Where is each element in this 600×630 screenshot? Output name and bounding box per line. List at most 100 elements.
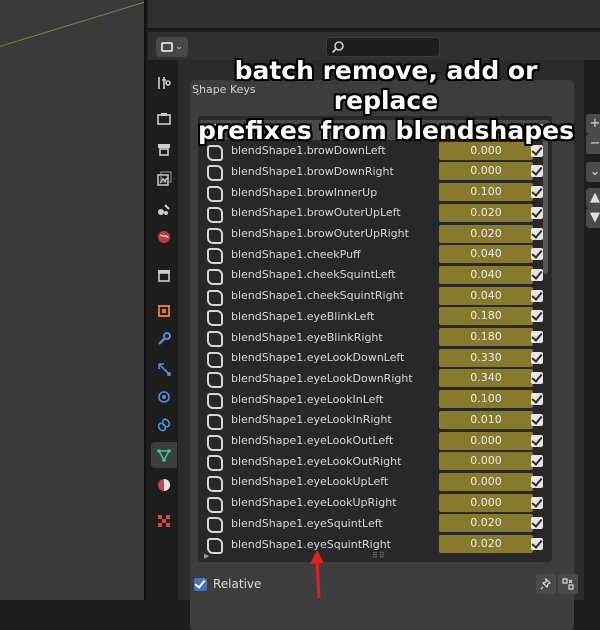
shape-key-name[interactable]: blendShape1.browOuterUpRight — [231, 227, 439, 240]
shape-key-row[interactable]: blendShape1.cheekPuff 0.040 — [200, 244, 550, 265]
area-separator[interactable] — [144, 0, 146, 600]
material-icon[interactable] — [151, 472, 177, 498]
shape-key-enable-checkbox[interactable] — [531, 434, 543, 447]
shape-key-value-field[interactable]: 0.020 — [439, 514, 533, 533]
shape-key-enable-checkbox[interactable] — [531, 413, 543, 426]
shape-key-name[interactable]: blendShape1.browDownRight — [231, 165, 439, 178]
shape-key-row[interactable]: blendShape1.eyeSquintLeft 0.020 — [200, 513, 550, 534]
shape-key-name[interactable]: blendShape1.eyeLookDownLeft — [231, 351, 439, 364]
shape-key-enable-checkbox[interactable] — [531, 206, 543, 219]
shape-key-enable-checkbox[interactable] — [531, 351, 543, 364]
shape-key-name[interactable]: blendShape1.eyeLookOutRight — [231, 455, 439, 468]
relative-checkbox[interactable] — [194, 577, 207, 591]
shape-key-enable-checkbox[interactable] — [531, 310, 543, 323]
world-icon[interactable] — [151, 224, 177, 250]
shape-key-value-field[interactable]: 0.180 — [439, 328, 533, 346]
shape-key-row[interactable]: blendShape1.eyeLookDownLeft 0.330 — [200, 348, 550, 368]
list-options-toggle-icon[interactable]: ▶ — [204, 552, 209, 560]
shape-key-value-field[interactable]: 0.000 — [439, 162, 533, 181]
shape-key-name[interactable]: blendShape1.cheekSquintLeft — [231, 268, 439, 281]
shape-key-value-field[interactable]: 0.180 — [439, 307, 533, 326]
output-icon[interactable] — [151, 136, 177, 162]
shape-key-value-field[interactable]: 0.020 — [439, 203, 533, 222]
shape-key-value-field[interactable]: 0.000 — [439, 431, 533, 450]
shape-key-value-field[interactable]: 0.020 — [439, 535, 533, 553]
physics-icon[interactable] — [151, 384, 177, 410]
3d-viewport[interactable] — [0, 0, 146, 600]
shape-key-name[interactable]: blendShape1.cheekSquintRight — [231, 289, 439, 302]
shape-key-row[interactable]: blendShape1.eyeBlinkRight 0.180 — [200, 327, 550, 347]
shape-key-row[interactable]: blendShape1.browInnerUp 0.100 — [200, 182, 550, 203]
particles-icon[interactable] — [151, 356, 177, 382]
modifier-icon[interactable] — [151, 326, 177, 352]
shape-key-name[interactable]: blendShape1.eyeSquintLeft — [231, 517, 439, 530]
shape-key-name[interactable]: blendShape1.browDownLeft — [231, 144, 439, 157]
editor-type-dropdown[interactable]: ⌄ — [156, 37, 188, 57]
shape-key-name[interactable]: blendShape1.eyeLookUpRight — [231, 496, 439, 509]
shape-key-value-field[interactable]: 0.040 — [439, 265, 533, 284]
shape-key-enable-checkbox[interactable] — [531, 517, 543, 530]
shape-key-row[interactable]: blendShape1.eyeLookOutRight 0.000 — [200, 451, 550, 472]
shape-key-value-field[interactable]: 0.330 — [439, 348, 533, 367]
shape-key-row[interactable]: blendShape1.eyeLookDownRight 0.340 — [200, 368, 550, 389]
move-up-button[interactable]: ▲ — [586, 188, 600, 208]
shape-key-name[interactable]: blendShape1.eyeLookDownRight — [231, 372, 439, 385]
shape-key-row[interactable]: blendShape1.cheekSquintRight 0.040 — [200, 286, 550, 306]
shape-key-value-field[interactable]: 0.020 — [439, 224, 533, 243]
object-data-icon[interactable] — [151, 442, 177, 468]
shape-key-value-field[interactable]: 0.000 — [439, 452, 533, 471]
shape-key-enable-checkbox[interactable] — [531, 186, 543, 199]
shape-key-list[interactable]: Basis blendShape1.browDownLeft 0.000 blendS… — [198, 116, 552, 562]
shape-key-enable-checkbox[interactable] — [531, 227, 543, 240]
shape-key-row[interactable]: blendShape1.eyeBlinkLeft 0.180 — [200, 306, 550, 327]
pin-button[interactable] — [536, 574, 556, 594]
shape-key-specials-button[interactable]: ⌄ — [586, 162, 600, 182]
view-layer-icon[interactable] — [151, 166, 177, 192]
shape-key-enable-checkbox[interactable] — [531, 372, 543, 385]
list-resize-grip[interactable]: ⠿⠿ — [372, 551, 386, 560]
tool-icon[interactable] — [151, 70, 177, 96]
collection-icon[interactable] — [151, 262, 177, 288]
scene-icon[interactable] — [151, 196, 177, 222]
shape-key-value-field[interactable]: 0.000 — [439, 493, 533, 512]
shape-key-value-field[interactable]: 0.100 — [439, 183, 533, 202]
shape-key-row[interactable]: blendShape1.eyeLookUpLeft 0.000 — [200, 472, 550, 492]
shape-key-enable-checkbox[interactable] — [531, 248, 543, 261]
shape-key-name[interactable]: blendShape1.eyeLookOutLeft — [231, 434, 439, 447]
shape-key-enable-checkbox[interactable] — [531, 496, 543, 509]
shape-key-name[interactable]: blendShape1.eyeLookUpLeft — [231, 475, 439, 488]
shape-key-name[interactable]: blendShape1.eyeBlinkRight — [231, 331, 439, 344]
shape-key-enable-checkbox[interactable] — [531, 165, 543, 178]
shape-key-row[interactable]: blendShape1.browOuterUpLeft 0.020 — [200, 203, 550, 223]
shape-key-enable-checkbox[interactable] — [531, 455, 543, 468]
shape-key-row[interactable]: blendShape1.eyeLookUpRight 0.000 — [200, 493, 550, 513]
clear-shape-button[interactable] — [558, 574, 578, 594]
shape-key-enable-checkbox[interactable] — [531, 268, 543, 281]
shape-key-value-field[interactable]: 0.040 — [439, 286, 533, 305]
shape-key-name[interactable]: blendShape1.browInnerUp — [231, 186, 439, 199]
shape-key-enable-checkbox[interactable] — [531, 393, 543, 406]
shape-key-name[interactable]: blendShape1.eyeLookInLeft — [231, 393, 439, 406]
shape-key-name[interactable]: blendShape1.browOuterUpLeft — [231, 206, 439, 219]
shape-key-name[interactable]: blendShape1.eyeBlinkLeft — [231, 310, 439, 323]
shape-key-row[interactable]: blendShape1.browOuterUpRight 0.020 — [200, 224, 550, 244]
shape-key-row[interactable]: blendShape1.eyeLookInRight 0.010 — [200, 410, 550, 430]
shape-key-value-field[interactable]: 0.340 — [439, 369, 533, 388]
shape-key-row[interactable]: blendShape1.eyeLookOutLeft 0.000 — [200, 431, 550, 451]
list-scrollbar[interactable] — [543, 124, 548, 274]
shape-key-row[interactable]: blendShape1.browDownRight 0.000 — [200, 161, 550, 182]
shape-key-enable-checkbox[interactable] — [531, 289, 543, 302]
shape-key-enable-checkbox[interactable] — [531, 475, 543, 488]
shape-key-value-field[interactable]: 0.100 — [439, 390, 533, 409]
object-icon[interactable] — [151, 298, 177, 324]
shape-key-value-field[interactable]: 0.010 — [439, 410, 533, 429]
relative-toggle[interactable]: Relative — [194, 577, 261, 591]
texture-icon[interactable] — [151, 508, 177, 534]
shape-key-row[interactable]: blendShape1.cheekSquintLeft 0.040 — [200, 265, 550, 285]
search-input[interactable] — [326, 37, 440, 57]
move-down-button[interactable]: ▼ — [586, 208, 600, 228]
shape-key-enable-checkbox[interactable] — [531, 538, 543, 550]
shape-key-enable-checkbox[interactable] — [531, 144, 543, 157]
shape-key-value-field[interactable]: 0.040 — [439, 245, 533, 264]
shape-key-name[interactable]: blendShape1.eyeLookInRight — [231, 413, 439, 426]
